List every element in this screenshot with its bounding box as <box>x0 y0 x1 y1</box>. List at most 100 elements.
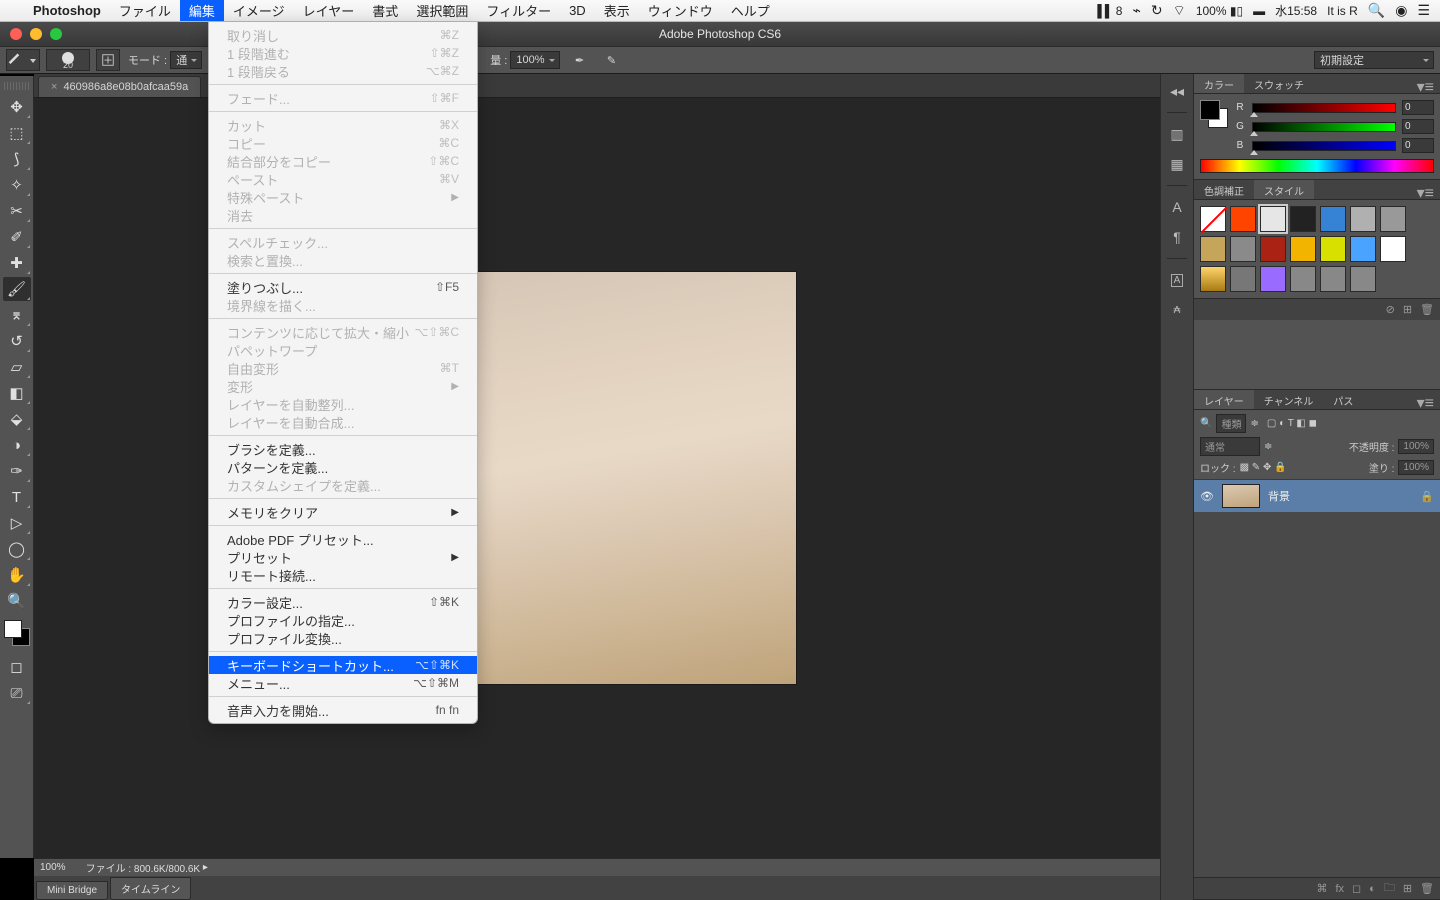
menu-item[interactable]: パターンを定義... <box>209 458 477 476</box>
menu-item[interactable]: ブラシを定義... <box>209 440 477 458</box>
zoom-window-icon[interactable] <box>50 28 62 40</box>
style-swatch[interactable] <box>1290 266 1316 292</box>
time-machine-icon[interactable]: ↻ <box>1151 2 1163 19</box>
navigator-icon[interactable]: ▦ <box>1166 153 1188 175</box>
dodge-tool[interactable]: ◑ <box>3 433 31 457</box>
adjustment-layer-icon[interactable]: ◐ <box>1369 883 1376 895</box>
dock-expand-icon[interactable]: ◂◂ <box>1166 80 1188 102</box>
style-swatch[interactable] <box>1230 266 1256 292</box>
lasso-tool[interactable]: ⟆ <box>3 147 31 171</box>
history-brush-tool[interactable]: ↺ <box>3 329 31 353</box>
wifi-icon[interactable]: ⌔ <box>1173 2 1186 20</box>
menu-3D[interactable]: 3D <box>560 0 595 21</box>
char-style-icon[interactable]: A <box>1166 269 1188 291</box>
brush-preset-picker[interactable]: 20 <box>46 49 90 71</box>
style-swatch[interactable] <box>1350 236 1376 262</box>
style-swatch[interactable] <box>1260 236 1286 262</box>
menu-item[interactable]: リモート接続... <box>209 566 477 584</box>
style-swatch[interactable] <box>1260 206 1286 232</box>
blur-tool[interactable]: ⬙ <box>3 407 31 431</box>
style-swatch[interactable] <box>1290 236 1316 262</box>
layer-name[interactable]: 背景 <box>1268 488 1290 504</box>
stamp-tool[interactable]: ⌆ <box>3 303 31 327</box>
path-select-tool[interactable]: ▷ <box>3 511 31 535</box>
pen-tool[interactable]: ✑ <box>3 459 31 483</box>
panel-grip[interactable] <box>4 82 29 90</box>
style-swatch[interactable] <box>1380 206 1406 232</box>
style-swatch[interactable] <box>1350 266 1376 292</box>
tab-mini-bridge[interactable]: Mini Bridge <box>36 881 108 900</box>
style-swatch[interactable] <box>1230 206 1256 232</box>
menu-選択範囲[interactable]: 選択範囲 <box>407 0 477 21</box>
quick-select-tool[interactable]: ✧ <box>3 173 31 197</box>
menu-item[interactable]: プロファイル変換... <box>209 629 477 647</box>
crop-tool[interactable]: ✂ <box>3 199 31 223</box>
group-icon[interactable]: 🗀 <box>1384 879 1395 898</box>
menu-item[interactable]: プリセット▶ <box>209 548 477 566</box>
tool-preset-picker[interactable] <box>6 49 40 71</box>
panel-menu-icon[interactable]: ▾≡ <box>1411 180 1440 199</box>
brush-tool[interactable]: 🖌 <box>3 277 31 301</box>
tab-swatches[interactable]: スウォッチ <box>1244 74 1314 93</box>
menu-レイヤー[interactable]: レイヤー <box>294 0 364 21</box>
menu-編集[interactable]: 編集 <box>180 0 224 21</box>
notification-icon[interactable]: ⌁ <box>1132 2 1140 19</box>
canvas-area[interactable] <box>34 98 1160 858</box>
layer-mask-icon[interactable]: ◻ <box>1352 882 1361 895</box>
delete-style-icon[interactable]: 🗑 <box>1420 303 1434 316</box>
g-input[interactable] <box>1402 119 1434 134</box>
menu-item[interactable]: カラー設定...⇧⌘K <box>209 593 477 611</box>
zoom-level[interactable]: 100% <box>40 862 66 873</box>
style-swatch[interactable] <box>1320 206 1346 232</box>
style-swatch[interactable] <box>1200 206 1226 232</box>
minimize-window-icon[interactable] <box>30 28 42 40</box>
panel-menu-icon[interactable]: ▾≡ <box>1411 390 1440 409</box>
delete-layer-icon[interactable]: 🗑 <box>1420 882 1434 895</box>
tab-channels[interactable]: チャンネル <box>1254 390 1324 409</box>
clock[interactable]: 水 15:58 <box>1275 2 1317 19</box>
paragraph-icon[interactable]: ¶ <box>1166 226 1188 248</box>
spotlight-icon[interactable]: 🔍 <box>1368 2 1385 19</box>
type-tool[interactable]: T <box>3 485 31 509</box>
marquee-tool[interactable]: ⬚ <box>3 121 31 145</box>
g-slider[interactable] <box>1252 122 1396 132</box>
menu-item[interactable]: メモリをクリア▶ <box>209 503 477 521</box>
layer-filter-kind[interactable]: 種類 <box>1216 414 1246 433</box>
color-swatches[interactable] <box>0 620 33 654</box>
menu-ファイル[interactable]: ファイル <box>110 0 180 21</box>
airbrush-toggle[interactable]: ✒ <box>568 49 592 71</box>
menu-item[interactable]: Adobe PDF プリセット... <box>209 530 477 548</box>
fg-color-swatch[interactable] <box>1200 100 1220 120</box>
close-tab-icon[interactable]: × <box>51 81 57 93</box>
menu-表示[interactable]: 表示 <box>595 0 639 21</box>
eyedropper-tool[interactable]: ✐ <box>3 225 31 249</box>
no-style-icon[interactable]: ⊘ <box>1386 303 1395 316</box>
hand-tool[interactable]: ✋ <box>3 563 31 587</box>
histogram-icon[interactable]: ▥ <box>1166 123 1188 145</box>
tablet-pressure-toggle[interactable]: ✎ <box>600 49 624 71</box>
screen-mode-toggle[interactable]: ⎚ <box>3 681 31 705</box>
shape-tool[interactable]: ◯ <box>3 537 31 561</box>
tab-timeline[interactable]: タイムライン <box>110 877 191 900</box>
tab-adjustments[interactable]: 色調補正 <box>1194 180 1254 199</box>
style-swatch[interactable] <box>1380 236 1406 262</box>
b-slider[interactable] <box>1252 141 1396 151</box>
battery-status[interactable]: 100% ▮▯ <box>1196 4 1243 18</box>
color-swatch-stack[interactable] <box>1200 100 1228 140</box>
traffic-lights[interactable] <box>0 28 62 40</box>
menu-item[interactable]: 塗りつぶし...⇧F5 <box>209 278 477 296</box>
close-window-icon[interactable] <box>10 28 22 40</box>
menu-フィルター[interactable]: フィルター <box>477 0 560 21</box>
app-name[interactable]: Photoshop <box>24 0 110 21</box>
fill-field[interactable]: 100% <box>1398 460 1434 475</box>
style-swatch[interactable] <box>1200 236 1226 262</box>
tab-layers[interactable]: レイヤー <box>1194 390 1254 409</box>
input-source[interactable]: ▬ <box>1253 4 1265 18</box>
style-swatch[interactable] <box>1230 236 1256 262</box>
para-style-icon[interactable]: ₳ <box>1166 299 1188 321</box>
siri-icon[interactable]: ◉ <box>1395 2 1407 19</box>
style-swatch[interactable] <box>1320 236 1346 262</box>
healing-tool[interactable]: ✚ <box>3 251 31 275</box>
opacity-field[interactable]: 100% <box>1398 439 1434 454</box>
style-swatch[interactable] <box>1350 206 1376 232</box>
